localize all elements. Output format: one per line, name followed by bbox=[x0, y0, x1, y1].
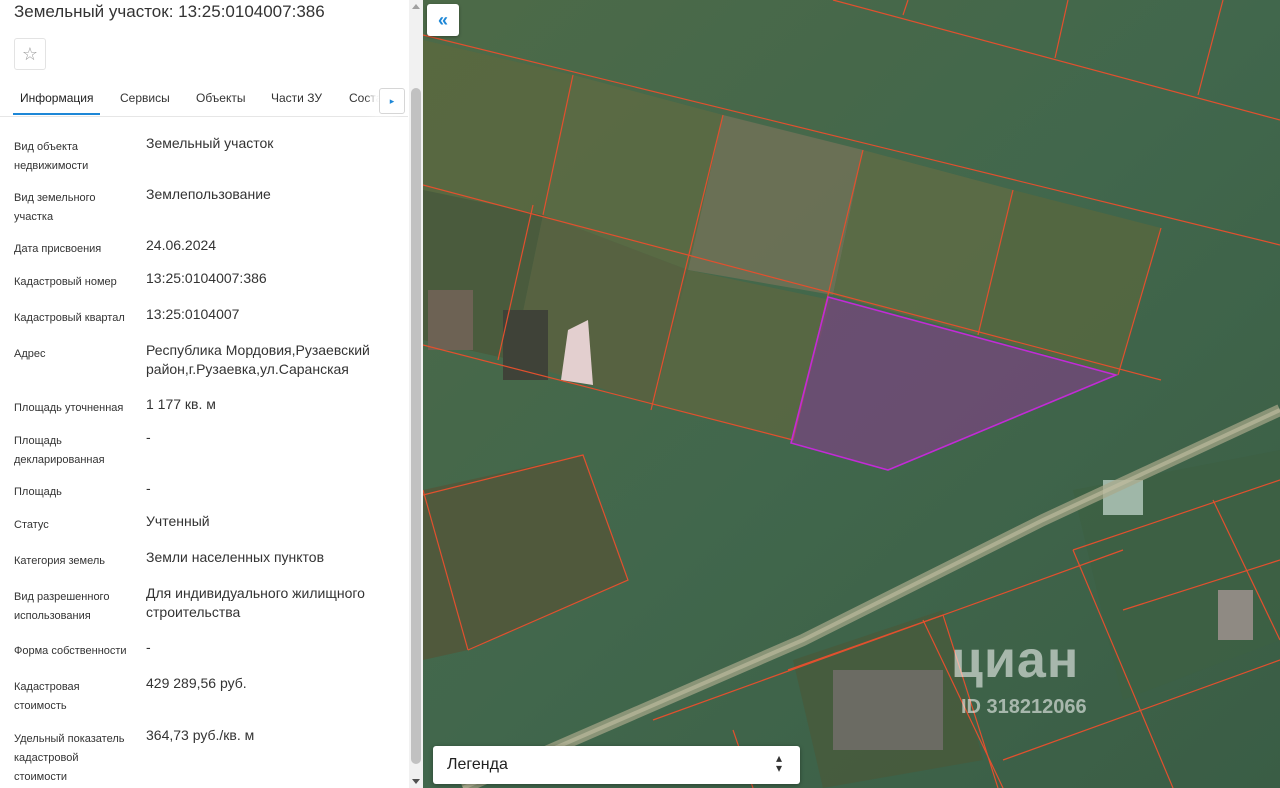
detail-label: Площадь bbox=[14, 486, 62, 498]
detail-label: Кадастровый квартал bbox=[14, 312, 125, 324]
active-tab-indicator bbox=[13, 113, 100, 115]
tab-parcel-parts[interactable]: Части ЗУ bbox=[271, 91, 322, 105]
collapse-panel-button[interactable]: « bbox=[427, 4, 459, 36]
cadastral-number-value: 13:25:0104007:386 bbox=[146, 270, 267, 286]
detail-label: Категория земель bbox=[14, 555, 105, 567]
detail-value: 364,73 руб./кв. м bbox=[146, 727, 255, 743]
status-value: Учтенный bbox=[146, 513, 210, 529]
double-chevron-left-icon: « bbox=[437, 9, 448, 30]
detail-value: 24.06.2024 bbox=[146, 237, 217, 253]
cian-watermark: циан ID 318212066 bbox=[951, 630, 1087, 718]
building bbox=[833, 670, 943, 750]
cadastral-value: 429 289,56 руб. bbox=[146, 675, 247, 691]
star-icon: ☆ bbox=[21, 43, 39, 64]
building bbox=[503, 310, 548, 380]
detail-value: Для индивидуального жилищного строительс… bbox=[146, 585, 365, 620]
detail-value: Земельный участок bbox=[146, 135, 274, 151]
detail-label: Кадастровая стоимость bbox=[14, 681, 80, 712]
legend-dropdown[interactable]: Легенда ▴ ▾ bbox=[433, 746, 800, 784]
detail-label: Удельный показатель кадастровой стоимост… bbox=[14, 733, 125, 783]
scroll-down-arrow-icon[interactable] bbox=[412, 779, 420, 784]
detail-value: - bbox=[146, 480, 151, 496]
tab-bar: Информация Сервисы Объекты Части ЗУ Сост… bbox=[0, 80, 408, 117]
tab-information[interactable]: Информация bbox=[20, 91, 93, 105]
map-view[interactable]: « циан ID 318212066 Легенда ▴ ▾ bbox=[423, 0, 1280, 788]
detail-label: Вид объекта недвижимости bbox=[14, 141, 89, 172]
page-title: Земельный участок: 13:25:0104007:386 bbox=[14, 2, 325, 21]
address-value: Республика Мордовия,Рузаевский район,г.Р… bbox=[146, 342, 370, 377]
detail-label: Вид земельного участка bbox=[14, 192, 96, 223]
detail-value: 13:25:0104007 bbox=[146, 306, 240, 322]
detail-value: 1 177 кв. м bbox=[146, 396, 216, 412]
detail-label: Вид разрешенного использования bbox=[14, 591, 110, 622]
favorite-button[interactable]: ☆ bbox=[14, 38, 46, 70]
chevron-right-icon: ▸ bbox=[389, 95, 395, 106]
detail-value: - bbox=[146, 429, 151, 445]
detail-label: Площадь декларированная bbox=[14, 435, 105, 466]
up-down-chevron-icon[interactable]: ▴ ▾ bbox=[776, 752, 782, 774]
watermark-brand: циан bbox=[951, 631, 1080, 689]
tabs-scroll-right-button[interactable]: ▸ bbox=[379, 88, 405, 114]
info-panel: Земельный участок: 13:25:0104007:386 ☆ И… bbox=[0, 0, 423, 788]
detail-value: - bbox=[146, 639, 151, 655]
building bbox=[1218, 590, 1253, 640]
scrollbar-thumb[interactable] bbox=[411, 88, 421, 764]
watermark-id: ID 318212066 bbox=[961, 696, 1087, 718]
scroll-up-arrow-icon[interactable] bbox=[412, 4, 420, 9]
tab-objects[interactable]: Объекты bbox=[196, 91, 246, 105]
detail-value: Земли населенных пунктов bbox=[146, 549, 325, 565]
tab-services[interactable]: Сервисы bbox=[120, 91, 170, 105]
legend-label: Легенда bbox=[447, 756, 508, 773]
detail-label: Дата присвоения bbox=[14, 243, 102, 255]
detail-value: Землепользование bbox=[146, 186, 271, 202]
detail-label: Адрес bbox=[14, 348, 46, 360]
detail-label: Площадь уточненная bbox=[14, 402, 124, 414]
detail-label: Кадастровый номер bbox=[14, 276, 117, 288]
building bbox=[428, 290, 473, 350]
detail-label: Статус bbox=[14, 519, 49, 531]
satellite-map bbox=[423, 0, 1280, 788]
detail-label: Форма собственности bbox=[14, 645, 127, 657]
